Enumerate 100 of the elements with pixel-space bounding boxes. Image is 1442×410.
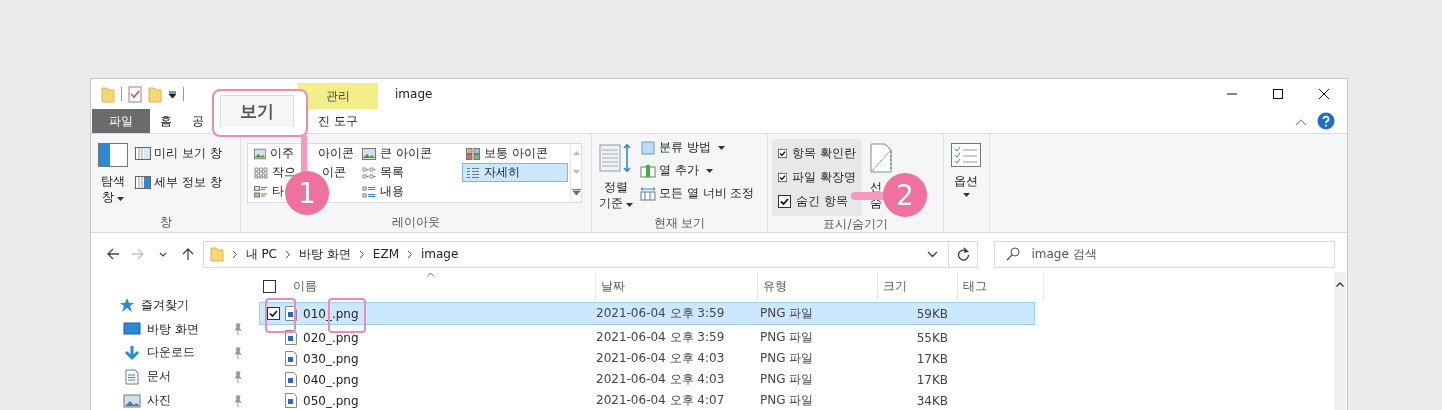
add-column-icon — [640, 163, 656, 178]
ribbon-tab[interactable]: 파일 — [92, 109, 150, 133]
breadcrumb-item[interactable]: 바탕 화면 — [299, 245, 351, 263]
checklist-icon[interactable] — [128, 85, 142, 103]
file-name: 030_.png — [303, 351, 360, 366]
view-command[interactable]: 분류 방법 — [640, 139, 755, 156]
picture-icon — [123, 392, 141, 409]
address-bar[interactable]: 내 PC 바탕 화면 EZM image — [202, 240, 949, 268]
view-command[interactable]: 모든 열 너비 조정 — [640, 185, 755, 202]
content-view-icon — [362, 185, 376, 198]
checkbox-label[interactable]: 파일 확장명 — [792, 169, 856, 186]
column-header[interactable]: 태그 — [963, 277, 987, 295]
size-cell-text: 17KB — [915, 372, 948, 387]
file-name: 040_.png — [303, 372, 360, 387]
sidebar-item[interactable]: 바탕 화면 — [147, 320, 199, 338]
dropdown-icon[interactable] — [926, 250, 938, 258]
square-icon — [640, 140, 656, 155]
checkbox-label[interactable]: 항목 확인란 — [792, 145, 856, 162]
layout-option[interactable]: 큰 아이콘 — [358, 144, 462, 163]
breadcrumb-item[interactable]: EZM — [372, 247, 399, 261]
column-header[interactable]: 날짜 — [601, 277, 625, 295]
window-title: image — [395, 87, 433, 101]
layout-option[interactable]: 목록 — [358, 163, 462, 182]
file-row[interactable]: 050_.png 2021-06-04 오후 4:07 PNG 파일 34KB — [259, 390, 1035, 410]
checkbox[interactable] — [778, 195, 791, 208]
checkbox[interactable] — [778, 147, 788, 160]
size-cell-text: 55KB — [915, 330, 948, 345]
details-pane-icon — [135, 176, 151, 189]
image-file-icon — [285, 330, 297, 345]
checkbox[interactable] — [778, 171, 788, 184]
file-row[interactable]: 010_.png 2021-06-04 오후 3:59 PNG 파일 59KB — [259, 302, 1035, 325]
type-cell-text: PNG 파일 — [759, 350, 815, 367]
ribbon-tab[interactable]: 진 도구 — [308, 109, 368, 133]
ribbon-tab[interactable]: 홈 — [150, 109, 182, 133]
scrollbar[interactable] — [1334, 272, 1346, 410]
chevron-icon[interactable] — [285, 249, 291, 259]
type-cell-text: PNG 파일 — [759, 305, 815, 322]
sort-by-button[interactable]: 정렬 기준 — [596, 139, 636, 215]
leader-line — [301, 134, 307, 174]
layout-option[interactable]: 자세히 — [462, 163, 568, 182]
pane-toggle[interactable]: 세부 정보 창 — [135, 174, 222, 191]
select-all-checkbox[interactable] — [263, 279, 276, 293]
navigation-pane-button[interactable]: 탐색 창 — [95, 139, 131, 214]
breadcrumb-item[interactable]: image — [421, 247, 459, 261]
chevron-icon[interactable] — [358, 249, 365, 259]
help-icon[interactable] — [1317, 112, 1335, 130]
sidebar-item[interactable]: 즐겨찾기 — [141, 296, 189, 314]
options-button[interactable]: 옵션 — [948, 139, 984, 232]
left-arrow-icon — [106, 247, 121, 261]
size-cell-text: 34KB — [915, 393, 948, 408]
image-file-icon — [285, 372, 297, 387]
ribbon-tab[interactable]: 공 — [182, 109, 214, 133]
small-icons-icon — [254, 166, 268, 179]
highlight-frame — [265, 298, 296, 333]
pane-toggle[interactable]: 미리 보기 창 — [135, 145, 222, 162]
medium-icons-icon — [466, 147, 480, 160]
type-cell-text: PNG 파일 — [759, 371, 815, 388]
sidebar-item[interactable]: 사진 — [147, 392, 171, 410]
chevron-icon[interactable] — [407, 249, 413, 259]
ribbon-tab[interactable]: 보기 — [220, 95, 294, 127]
column-header[interactable]: 유형 — [763, 277, 787, 295]
folder-icon — [209, 246, 224, 262]
refresh-button[interactable] — [948, 240, 979, 268]
layout-option-label[interactable]: 이주 — [270, 145, 295, 162]
column-header[interactable]: 크기 — [883, 277, 907, 295]
maximize-icon — [1272, 88, 1284, 100]
context-tab-header[interactable]: 관리 — [298, 83, 378, 109]
file-row[interactable]: 030_.png 2021-06-04 오후 4:03 PNG 파일 17KB — [259, 348, 1035, 369]
image-file-icon — [285, 351, 297, 366]
scroll-up-icon[interactable] — [1336, 282, 1344, 287]
chevron-icon[interactable] — [231, 249, 238, 259]
expand-gallery-icon[interactable] — [571, 188, 581, 195]
dropdown-arrow-icon — [962, 193, 970, 197]
size-cell-text: 59KB — [915, 306, 948, 321]
file-row[interactable]: 040_.png 2021-06-04 오후 4:03 PNG 파일 17KB — [259, 369, 1035, 390]
layout-option[interactable]: 내용 — [358, 182, 462, 201]
refresh-icon — [956, 247, 970, 261]
dropdown-arrow-icon — [117, 197, 124, 201]
file-name: 010_.png — [303, 306, 360, 321]
checkbox[interactable] — [266, 307, 280, 320]
down-arrow-icon — [123, 345, 141, 361]
checkbox-label[interactable]: 숨긴 항목 — [796, 193, 848, 210]
dropdown-icon[interactable] — [168, 89, 177, 99]
view-command[interactable]: 열 추가 — [640, 162, 755, 179]
layout-option-label[interactable]: 아이콘 — [318, 145, 354, 162]
sidebar-item[interactable]: 다운로드 — [147, 344, 195, 362]
document-icon — [123, 368, 141, 385]
file-row[interactable]: 020_.png 2021-06-04 오후 3:59 PNG 파일 55KB — [259, 327, 1035, 348]
button-label[interactable]: 선 — [870, 180, 882, 195]
column-header[interactable]: 이름 — [293, 277, 317, 295]
sidebar-item[interactable]: 문서 — [147, 368, 171, 386]
file-name: 050_.png — [303, 393, 360, 408]
layout-option[interactable]: 보통 아이콘 — [462, 144, 568, 163]
collapse-ribbon-icon[interactable] — [1295, 119, 1307, 126]
search-field[interactable]: image 검색 — [994, 240, 1335, 268]
page-icon[interactable] — [870, 143, 892, 173]
sort-icon — [599, 143, 633, 173]
breadcrumb-item[interactable]: 내 PC — [245, 245, 277, 263]
image-file-icon — [285, 306, 297, 321]
picture-icon — [254, 147, 267, 160]
